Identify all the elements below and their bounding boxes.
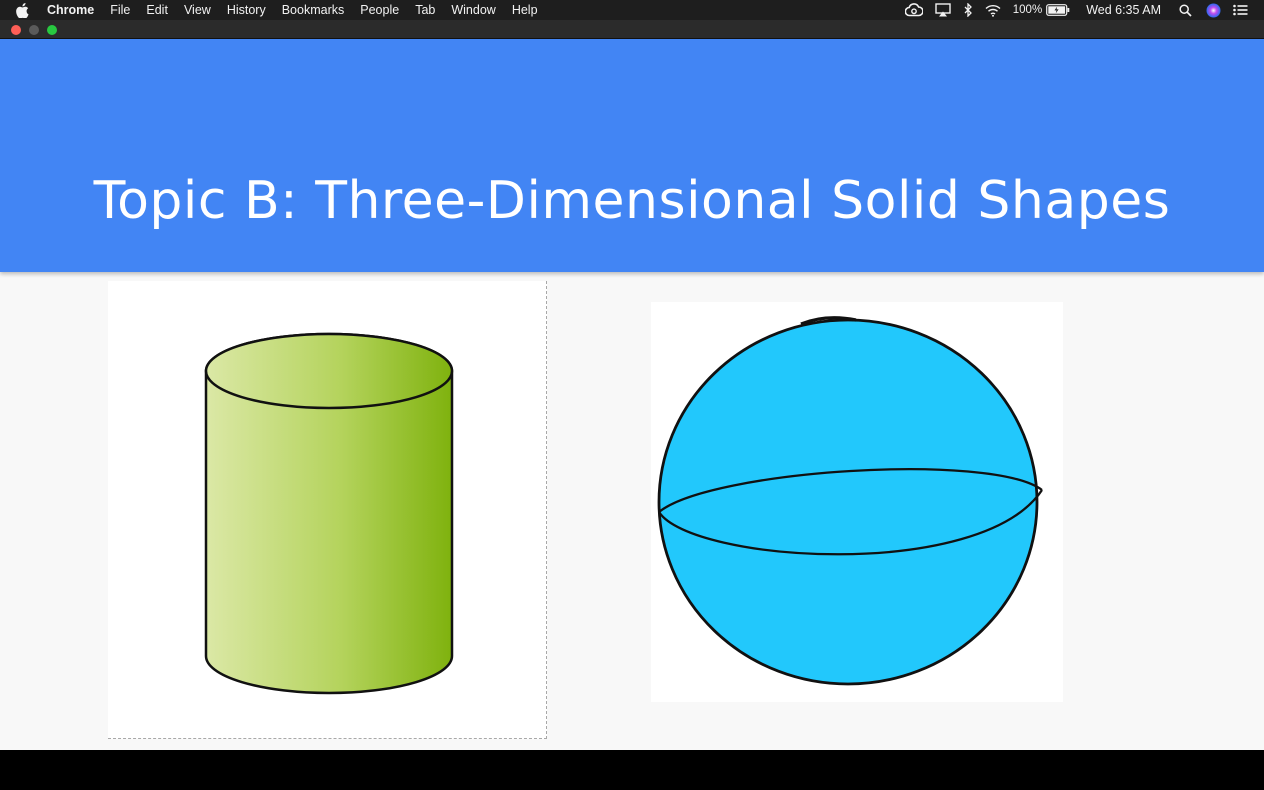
menu-app-chrome[interactable]: Chrome [47,3,94,17]
bluetooth-icon[interactable] [963,3,973,17]
cylinder-drawing [204,332,454,695]
presentation-slide: Topic B: Three-Dimensional Solid Shapes [0,39,1264,750]
menu-file[interactable]: File [110,3,130,17]
menu-help[interactable]: Help [512,3,538,17]
battery-icon [1046,4,1070,16]
battery-status[interactable]: 100% [1013,4,1070,16]
notification-center-icon[interactable] [1233,4,1248,16]
menu-tab[interactable]: Tab [415,3,435,17]
sphere-image [651,302,1063,702]
spotlight-search-icon[interactable] [1179,3,1192,17]
siri-icon[interactable] [1206,3,1221,18]
window-close-button[interactable] [11,25,21,35]
window-fullscreen-button[interactable] [47,25,57,35]
slide-title: Topic B: Three-Dimensional Solid Shapes [93,171,1171,231]
slide-header-banner [0,39,1264,272]
menubar-left: Chrome File Edit View History Bookmarks … [0,2,554,18]
menu-edit[interactable]: Edit [146,3,168,17]
window-titlebar [0,20,1264,39]
menu-people[interactable]: People [360,3,399,17]
window-minimize-button[interactable] [29,25,39,35]
screen-bottom-area [0,750,1264,790]
menu-bookmarks[interactable]: Bookmarks [282,3,345,17]
battery-percent: 100% [1012,4,1043,16]
menu-window[interactable]: Window [451,3,495,17]
wifi-icon[interactable] [985,4,1001,17]
creative-cloud-icon[interactable] [904,3,923,17]
airplay-icon[interactable] [935,3,951,17]
menubar-status-area: 100% Wed 6:35 AM [893,0,1248,20]
sphere-drawing [657,316,1043,686]
menu-view[interactable]: View [184,3,211,17]
menubar-clock[interactable]: Wed 6:35 AM [1086,3,1161,17]
apple-icon[interactable] [16,2,32,18]
cylinder-image [108,281,547,739]
menu-history[interactable]: History [227,3,266,17]
macos-menubar: Chrome File Edit View History Bookmarks … [0,0,1264,20]
